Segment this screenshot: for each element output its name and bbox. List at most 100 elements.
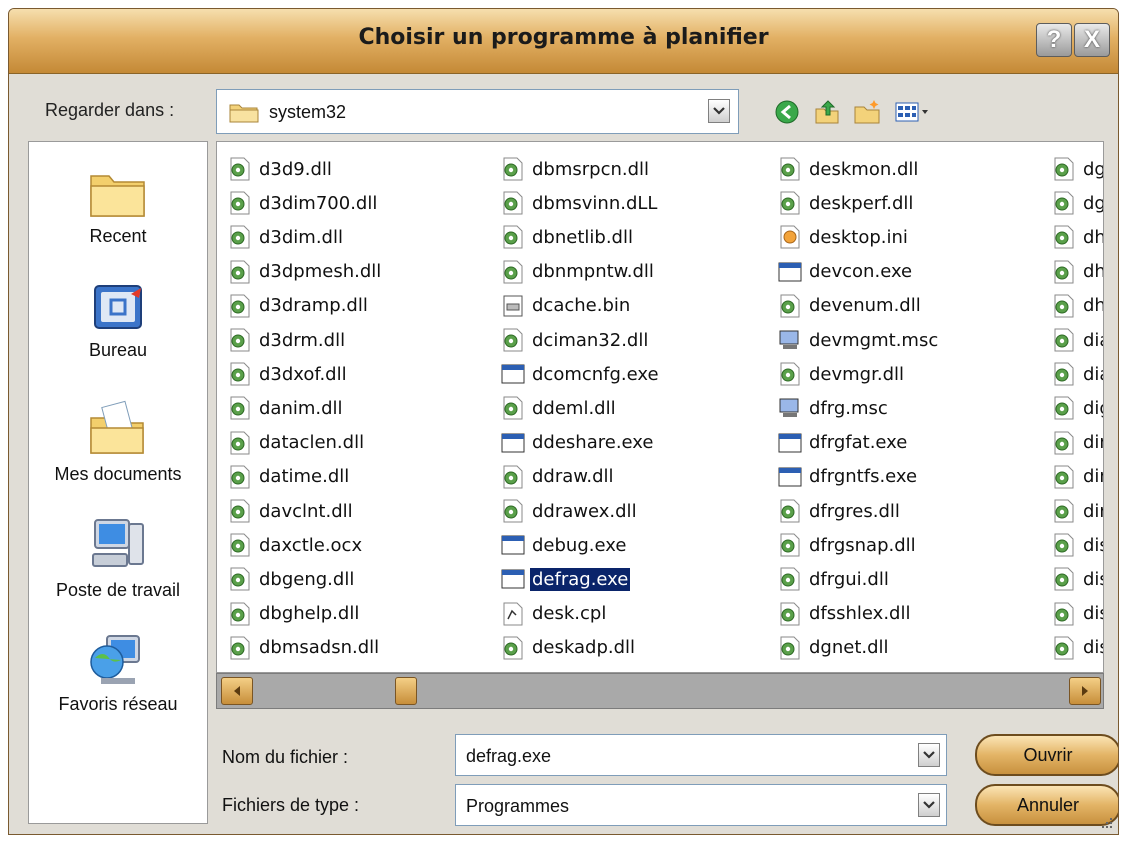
file-item[interactable]: d3drm.dll (227, 325, 347, 355)
view-menu-icon[interactable] (892, 97, 932, 127)
help-button[interactable]: ? (1036, 23, 1072, 57)
cancel-button[interactable]: Annuler (975, 784, 1118, 826)
file-item[interactable]: datime.dll (227, 462, 351, 492)
file-item[interactable]: disk (1051, 599, 1103, 629)
file-item[interactable]: dhc (1051, 222, 1103, 252)
resize-grip-icon[interactable] (1100, 816, 1114, 830)
scroll-left-button[interactable] (221, 677, 253, 705)
file-item[interactable]: dhc (1051, 291, 1103, 321)
bin-file-icon (503, 295, 523, 317)
file-item[interactable]: ddeshare.exe (500, 428, 655, 458)
new-folder-icon[interactable] (852, 97, 882, 127)
file-item[interactable]: dbnetlib.dll (500, 222, 635, 252)
up-folder-icon[interactable] (812, 97, 842, 127)
file-item[interactable]: dcache.bin (500, 291, 632, 321)
look-in-dropdown[interactable]: system32 (216, 89, 739, 134)
file-item[interactable]: dgs (1051, 188, 1103, 218)
file-item[interactable]: deskadp.dll (500, 633, 637, 663)
dll-file-icon (1054, 362, 1074, 386)
file-item[interactable]: disk (1051, 633, 1103, 663)
file-type-dropdown-button[interactable] (918, 793, 940, 817)
file-item[interactable]: disk (1051, 564, 1103, 594)
file-item[interactable]: dbmsadsn.dll (227, 633, 381, 663)
exe-file-icon (778, 467, 802, 487)
file-item[interactable]: desktop.ini (777, 222, 910, 252)
file-item[interactable]: dfsshlex.dll (777, 599, 913, 629)
file-item[interactable]: d3d9.dll (227, 154, 334, 184)
file-item[interactable]: dbmsvinn.dLL (500, 188, 659, 218)
file-item[interactable]: dfrg.msc (777, 393, 890, 423)
file-item[interactable]: d3dxof.dll (227, 359, 349, 389)
file-item[interactable]: dfrgfat.exe (777, 428, 909, 458)
file-name: dfrg.msc (809, 397, 888, 419)
place-my-documents[interactable]: Mes documents (29, 398, 207, 485)
file-name-input[interactable]: defrag.exe (455, 734, 947, 776)
file-item[interactable]: devmgr.dll (777, 359, 906, 389)
file-item[interactable]: dbgeng.dll (227, 564, 356, 594)
file-item[interactable]: dim. (1051, 428, 1103, 458)
file-item[interactable]: dbnmpntw.dll (500, 257, 656, 287)
my-computer-icon (92, 519, 144, 567)
file-item[interactable]: devenum.dll (777, 291, 923, 321)
desktop-icon (94, 285, 142, 329)
file-item[interactable]: ddraw.dll (500, 462, 616, 492)
exe-file-icon (501, 535, 525, 555)
scroll-thumb[interactable] (395, 677, 417, 705)
file-item[interactable]: d3dpmesh.dll (227, 257, 383, 287)
look-in-dropdown-button[interactable] (708, 99, 730, 123)
file-item[interactable]: danim.dll (227, 393, 345, 423)
file-name-label: Nom du fichier : (222, 747, 349, 767)
place-recent[interactable]: Recent (29, 168, 207, 247)
file-item[interactable]: diac (1051, 325, 1103, 355)
file-item[interactable]: davclnt.dll (227, 496, 355, 526)
file-item[interactable]: defrag.exe (500, 564, 632, 594)
scroll-right-button[interactable] (1069, 677, 1101, 705)
file-item[interactable]: deskperf.dll (777, 188, 915, 218)
file-item[interactable]: daxctle.ocx (227, 530, 364, 560)
file-item[interactable]: dige (1051, 393, 1103, 423)
file-item[interactable]: dfrgres.dll (777, 496, 902, 526)
file-item[interactable]: dataclen.dll (227, 428, 366, 458)
file-item[interactable]: desk.cpl (500, 599, 608, 629)
open-button[interactable]: Ouvrir (975, 734, 1118, 776)
file-item[interactable]: dbmsrpcn.dll (500, 154, 651, 184)
file-item[interactable]: devcon.exe (777, 257, 914, 287)
dll-file-icon (780, 636, 800, 660)
file-item[interactable]: diar (1051, 359, 1103, 389)
close-button[interactable]: X (1074, 23, 1110, 57)
file-item[interactable]: dinp (1051, 496, 1103, 526)
file-item[interactable]: dgnet.dll (777, 633, 891, 663)
file-item[interactable]: dciman32.dll (500, 325, 650, 355)
file-item[interactable]: devmgmt.msc (777, 325, 940, 355)
file-item[interactable]: d3dim700.dll (227, 188, 379, 218)
file-item[interactable]: ddeml.dll (500, 393, 618, 423)
file-type-select[interactable]: Programmes (455, 784, 947, 826)
file-name: dbgeng.dll (259, 568, 355, 590)
place-my-computer[interactable]: Poste de travail (29, 514, 207, 601)
back-icon[interactable] (772, 97, 802, 127)
file-item[interactable]: ddrawex.dll (500, 496, 639, 526)
title-bar[interactable]: Choisir un programme à planifier ? X (9, 9, 1118, 74)
file-name-dropdown-button[interactable] (918, 743, 940, 767)
file-item[interactable]: dfrgui.dll (777, 564, 891, 594)
place-network[interactable]: Favoris réseau (29, 628, 207, 715)
file-item[interactable]: disk (1051, 530, 1103, 560)
file-item[interactable]: dcomcnfg.exe (500, 359, 661, 389)
file-name: ddraw.dll (532, 466, 614, 488)
file-item[interactable]: dhc (1051, 257, 1103, 287)
file-item[interactable]: dfrgntfs.exe (777, 462, 919, 492)
dll-file-icon (1054, 396, 1074, 420)
file-name: dfrgntfs.exe (809, 466, 918, 488)
file-item[interactable]: dbghelp.dll (227, 599, 361, 629)
file-item[interactable]: dfrgsnap.dll (777, 530, 918, 560)
file-item[interactable]: d3dim.dll (227, 222, 345, 252)
file-item[interactable]: dinp (1051, 462, 1103, 492)
place-desktop[interactable]: Bureau (29, 282, 207, 361)
file-item[interactable]: d3dramp.dll (227, 291, 370, 321)
file-list[interactable]: d3d9.dll d3dim700.dll d3dim.dll d3dpmesh.dl… (216, 141, 1104, 673)
dll-file-icon (1054, 225, 1074, 249)
horizontal-scrollbar[interactable] (216, 673, 1104, 709)
file-item[interactable]: debug.exe (500, 530, 628, 560)
file-item[interactable]: deskmon.dll (777, 154, 920, 184)
file-item[interactable]: dgrp (1051, 154, 1103, 184)
